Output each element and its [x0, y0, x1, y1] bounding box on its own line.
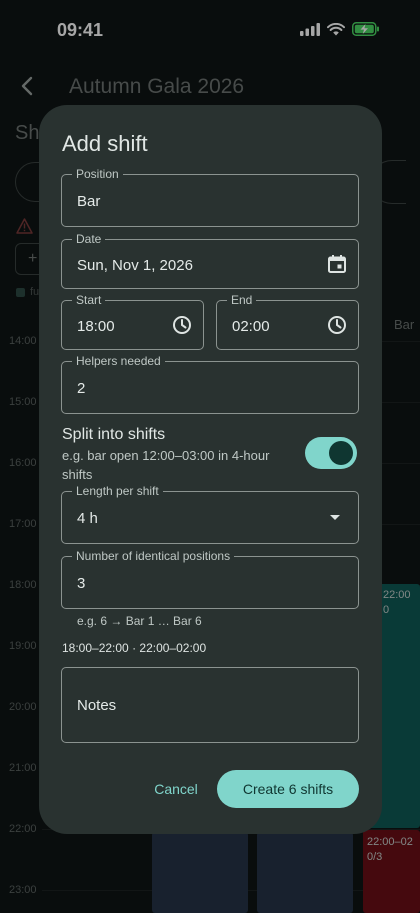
- split-shifts-title: Split into shifts: [62, 426, 166, 443]
- start-time-field[interactable]: Start 18:00: [61, 293, 204, 350]
- length-per-shift-select[interactable]: Length per shift 4 h: [61, 484, 359, 544]
- end-time-field[interactable]: End 02:00: [216, 293, 359, 350]
- position-field[interactable]: Position Bar: [61, 167, 359, 227]
- end-label: End: [227, 293, 257, 307]
- split-shifts-description: e.g. bar open 12:00–03:00 in 4-hour shif…: [62, 448, 270, 482]
- end-value: 02:00: [232, 318, 270, 335]
- identical-value: 3: [77, 575, 86, 592]
- length-label: Length per shift: [72, 484, 163, 498]
- position-label: Position: [72, 167, 123, 181]
- date-label: Date: [72, 232, 106, 246]
- date-value: Sun, Nov 1, 2026: [77, 257, 193, 274]
- clock-icon[interactable]: [172, 315, 192, 335]
- toggle-thumb: [329, 441, 353, 465]
- position-value: Bar: [77, 193, 101, 210]
- cancel-button[interactable]: Cancel: [141, 772, 211, 806]
- clock-icon[interactable]: [327, 315, 347, 335]
- helpers-label: Helpers needed: [72, 354, 165, 368]
- date-field[interactable]: Date Sun, Nov 1, 2026: [61, 232, 359, 289]
- create-shifts-button[interactable]: Create 6 shifts: [217, 770, 359, 808]
- notes-placeholder: Notes: [77, 697, 117, 714]
- dialog-title: Add shift: [62, 131, 148, 156]
- identical-helper-text: e.g. 6 → Bar 1 … Bar 6: [77, 614, 202, 628]
- split-shifts-toggle[interactable]: [305, 437, 357, 469]
- add-shift-dialog: Add shift Position Bar Date Sun, Nov 1, …: [39, 105, 382, 834]
- start-label: Start: [72, 293, 106, 307]
- shift-summary: 18:00–22:00 · 22:00–02:00: [62, 641, 207, 655]
- notes-field[interactable]: Notes: [61, 667, 359, 743]
- dropdown-arrow-icon[interactable]: [328, 512, 342, 522]
- helpers-needed-field[interactable]: Helpers needed 2: [61, 354, 359, 414]
- helpers-value: 2: [77, 380, 86, 397]
- start-value: 18:00: [77, 318, 115, 335]
- calendar-icon[interactable]: [327, 254, 347, 274]
- identical-positions-field[interactable]: Number of identical positions 3: [61, 549, 359, 609]
- identical-label: Number of identical positions: [72, 549, 235, 563]
- length-value: 4 h: [77, 510, 98, 527]
